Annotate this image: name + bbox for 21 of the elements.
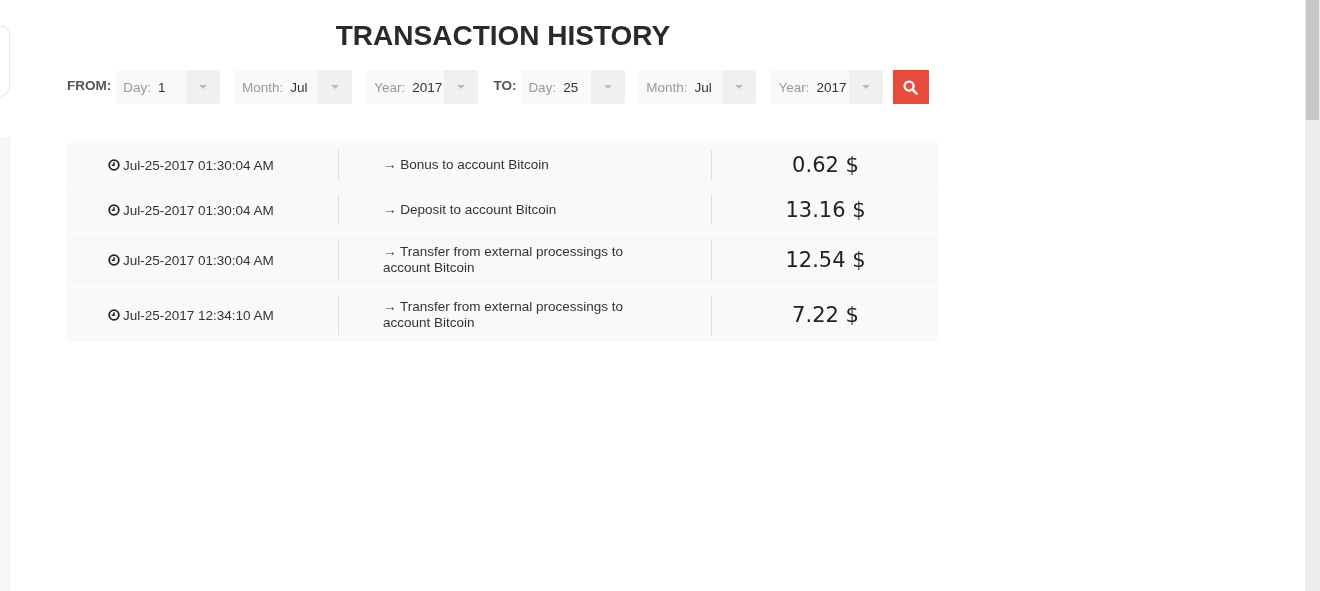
transaction-time: Jul-25-2017 01:30:04 AM (108, 202, 274, 218)
transaction-description: → Transfer from external processings to account Bitcoin (383, 299, 625, 331)
date-select[interactable]: Year: 2017 (367, 70, 479, 104)
transaction-time: Jul-25-2017 01:30:04 AM (108, 252, 274, 268)
transaction-time: Jul-25-2017 12:34:10 AM (108, 307, 274, 323)
transaction-description: → Transfer from external processings to account Bitcoin (383, 244, 625, 276)
transaction-amount: 13.16 $ (785, 198, 866, 222)
date-select[interactable]: Month: Jul (235, 70, 353, 104)
date-select[interactable]: Day: 25 (521, 70, 626, 104)
date-select[interactable]: Year: 2017 (771, 70, 883, 104)
transaction-time: Jul-25-2017 01:30:04 AM (108, 157, 274, 173)
transaction-amount: 7.22 $ (792, 303, 859, 327)
transaction-description: → Deposit to account Bitcoin (383, 202, 557, 218)
date-select[interactable]: Month: Jul (639, 70, 757, 104)
filter-label: TO: (493, 78, 517, 93)
transaction-amount: 12.54 $ (785, 248, 866, 272)
transaction-amount: 0.62 $ (792, 153, 859, 177)
date-select[interactable]: Day: 1 (116, 70, 220, 104)
page-title: TRANSACTION HISTORY (334, 19, 672, 53)
filter-label: FROM: (67, 78, 112, 93)
transaction-description: → Bonus to account Bitcoin (383, 157, 549, 173)
